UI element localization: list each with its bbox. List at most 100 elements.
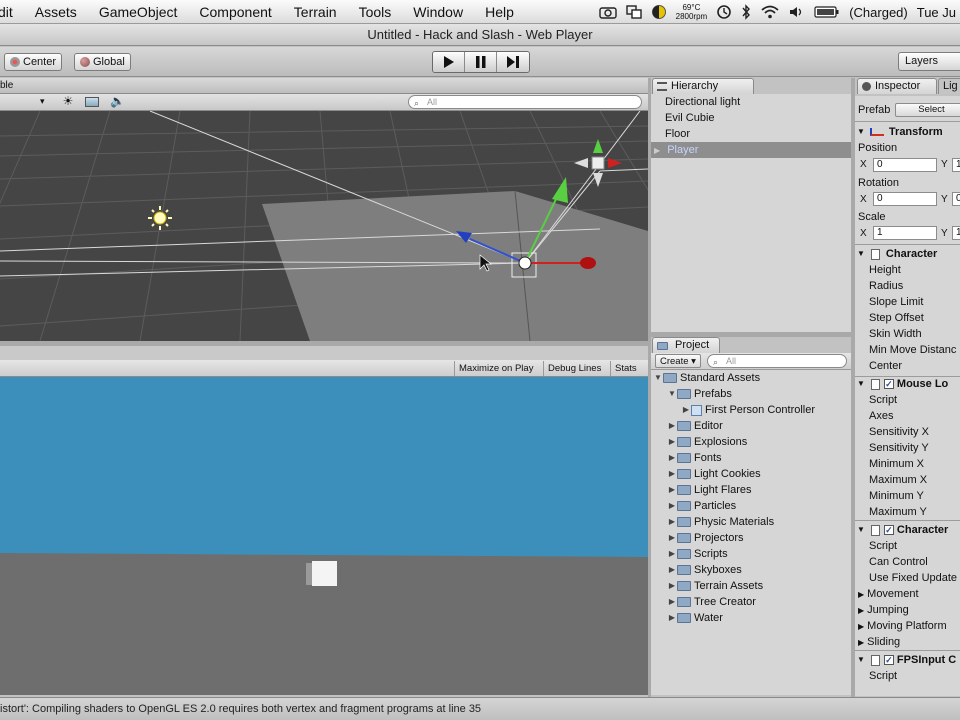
lighting-tab[interactable]: Lig [938, 78, 960, 94]
tree-item-folder[interactable]: ▶ Water [651, 610, 851, 626]
lighting-toggle-icon[interactable]: ☀ [60, 94, 76, 110]
expand-arrow-icon[interactable]: ▶ [667, 434, 677, 450]
expand-arrow-icon[interactable]: ▶ [667, 578, 677, 594]
stats-toggle[interactable]: Stats [610, 361, 641, 376]
windows-icon[interactable] [625, 5, 642, 19]
inspector-foldout[interactable]: ▶ Moving Platform [858, 619, 947, 634]
position-x-field[interactable]: 0 [873, 158, 937, 172]
mouse-look-header[interactable]: ▼ ✓ Mouse Lo [857, 376, 948, 392]
tree-item-prefabs[interactable]: ▼ Prefabs [651, 386, 851, 402]
menu-terrain[interactable]: Terrain [294, 4, 347, 20]
collapse-arrow-icon[interactable]: ▼ [857, 652, 865, 668]
rotation-x-field[interactable]: 0 [873, 192, 937, 206]
play-button[interactable] [433, 52, 465, 72]
project-search-input[interactable]: ⌕ All [707, 354, 847, 368]
prefab-select-button[interactable]: Select [895, 103, 960, 117]
battery-status[interactable]: (Charged) [849, 5, 908, 20]
hierarchy-item-selected[interactable]: ▶ Player [651, 142, 851, 158]
expand-arrow-icon[interactable]: ▶ [667, 562, 677, 578]
tree-item-folder[interactable]: ▶ Scripts [651, 546, 851, 562]
expand-arrow-icon[interactable]: ▶ [667, 594, 677, 610]
inspector-foldout[interactable]: ▶ Movement [858, 587, 919, 602]
bluetooth-icon[interactable] [741, 4, 751, 20]
tree-item-folder[interactable]: ▶ Projectors [651, 530, 851, 546]
expand-arrow-icon[interactable]: ▶ [858, 622, 864, 631]
hierarchy-tab[interactable]: Hierarchy [652, 78, 754, 94]
expand-arrow-icon[interactable]: ▶ [667, 498, 677, 514]
pivot-center-button[interactable]: Center [4, 53, 63, 71]
game-viewport[interactable] [0, 377, 648, 695]
menu-gameobject[interactable]: GameObject [99, 4, 188, 20]
inspector-foldout[interactable]: ▶ Jumping [858, 603, 909, 618]
tree-item-folder[interactable]: ▶ Light Flares [651, 482, 851, 498]
expand-arrow-icon[interactable]: ▶ [667, 546, 677, 562]
hierarchy-item[interactable]: Evil Cubie [651, 110, 851, 126]
tree-item-folder[interactable]: ▶ Editor [651, 418, 851, 434]
menu-window[interactable]: Window [413, 4, 473, 20]
fps-input-enabled-checkbox[interactable]: ✓ [883, 655, 894, 665]
debug-lines-toggle[interactable]: Debug Lines [543, 361, 605, 376]
character-motor-enabled-checkbox[interactable]: ✓ [883, 525, 894, 535]
scale-y-field[interactable]: 1 [952, 226, 960, 240]
expand-arrow-icon[interactable]: ▶ [667, 482, 677, 498]
collapse-arrow-icon[interactable]: ▼ [857, 246, 865, 262]
hierarchy-item[interactable]: Floor [651, 126, 851, 142]
character-motor-header[interactable]: ▼ ✓ Character [857, 522, 948, 538]
expand-arrow-icon[interactable]: ▶ [667, 610, 677, 626]
console-status-bar[interactable]: istort': Compiling shaders to OpenGL ES … [0, 697, 960, 720]
transform-header[interactable]: ▼ Transform [857, 124, 943, 140]
expand-arrow-icon[interactable]: ▶ [667, 514, 677, 530]
layers-dropdown[interactable]: Layers [898, 52, 960, 71]
global-button[interactable]: Global [74, 53, 131, 71]
step-button[interactable] [497, 52, 529, 72]
collapse-arrow-icon[interactable]: ▼ [667, 386, 677, 402]
expand-arrow-icon[interactable]: ▶ [681, 402, 691, 418]
expand-arrow-icon[interactable]: ▶ [667, 418, 677, 434]
expand-arrow-icon[interactable]: ▶ [858, 590, 864, 599]
time-machine-icon[interactable] [716, 4, 732, 20]
clock[interactable]: Tue Ju [917, 5, 956, 20]
inspector-tab[interactable]: Inspector [857, 78, 937, 94]
create-dropdown[interactable]: Create ▾ [655, 354, 701, 368]
rotation-y-field[interactable]: 0 [952, 192, 960, 206]
audio-toggle-icon[interactable]: 🔈 [110, 94, 125, 108]
tree-item-folder[interactable]: ▶ Explosions [651, 434, 851, 450]
scene-viewport[interactable] [0, 111, 648, 341]
hierarchy-item[interactable]: Directional light [651, 94, 851, 110]
tree-item-folder[interactable]: ▶ Fonts [651, 450, 851, 466]
tree-item-folder[interactable]: ▶ Tree Creator [651, 594, 851, 610]
menu-tools[interactable]: Tools [359, 4, 402, 20]
expand-arrow-icon[interactable]: ▶ [858, 638, 864, 647]
battery-icon[interactable] [814, 6, 840, 18]
tree-item-folder[interactable]: ▶ Physic Materials [651, 514, 851, 530]
position-y-field[interactable]: 1 [952, 158, 960, 172]
menu-component[interactable]: Component [199, 4, 281, 20]
inspector-foldout[interactable]: ▶ Sliding [858, 635, 900, 650]
maximize-on-play-toggle[interactable]: Maximize on Play [454, 361, 537, 376]
fps-input-header[interactable]: ▼ ✓ FPSInput C [857, 652, 956, 668]
menu-assets[interactable]: Assets [35, 4, 87, 20]
menu-help[interactable]: Help [485, 4, 524, 20]
scene-tab-label[interactable]: ble [0, 80, 13, 91]
collapse-arrow-icon[interactable]: ▼ [857, 124, 865, 140]
moon-icon[interactable] [651, 4, 667, 20]
expand-arrow-icon[interactable]: ▶ [667, 466, 677, 482]
volume-icon[interactable] [789, 5, 805, 19]
temp-readout[interactable]: 69°C 2800rpm [676, 3, 708, 21]
expand-arrow-icon[interactable]: ▶ [654, 146, 660, 155]
camera-icon[interactable] [598, 5, 617, 19]
wifi-icon[interactable] [760, 5, 780, 19]
scene-search-input[interactable]: ⌕ All [408, 95, 642, 109]
expand-arrow-icon[interactable]: ▶ [667, 530, 677, 546]
tree-item-first-person-controller[interactable]: ▶ First Person Controller [651, 402, 851, 418]
collapse-arrow-icon[interactable]: ▼ [857, 376, 865, 392]
expand-arrow-icon[interactable]: ▶ [858, 606, 864, 615]
panel-divider[interactable] [648, 78, 651, 697]
collapse-arrow-icon[interactable]: ▼ [653, 370, 663, 386]
tree-item-folder[interactable]: ▶ Terrain Assets [651, 578, 851, 594]
pause-button[interactable] [465, 52, 497, 72]
render-mode-dropdown[interactable]: ▾ [40, 96, 45, 107]
panel-divider[interactable] [0, 341, 648, 346]
tree-item-standard-assets[interactable]: ▼ Standard Assets [651, 370, 851, 386]
tree-item-folder[interactable]: ▶ Particles [651, 498, 851, 514]
